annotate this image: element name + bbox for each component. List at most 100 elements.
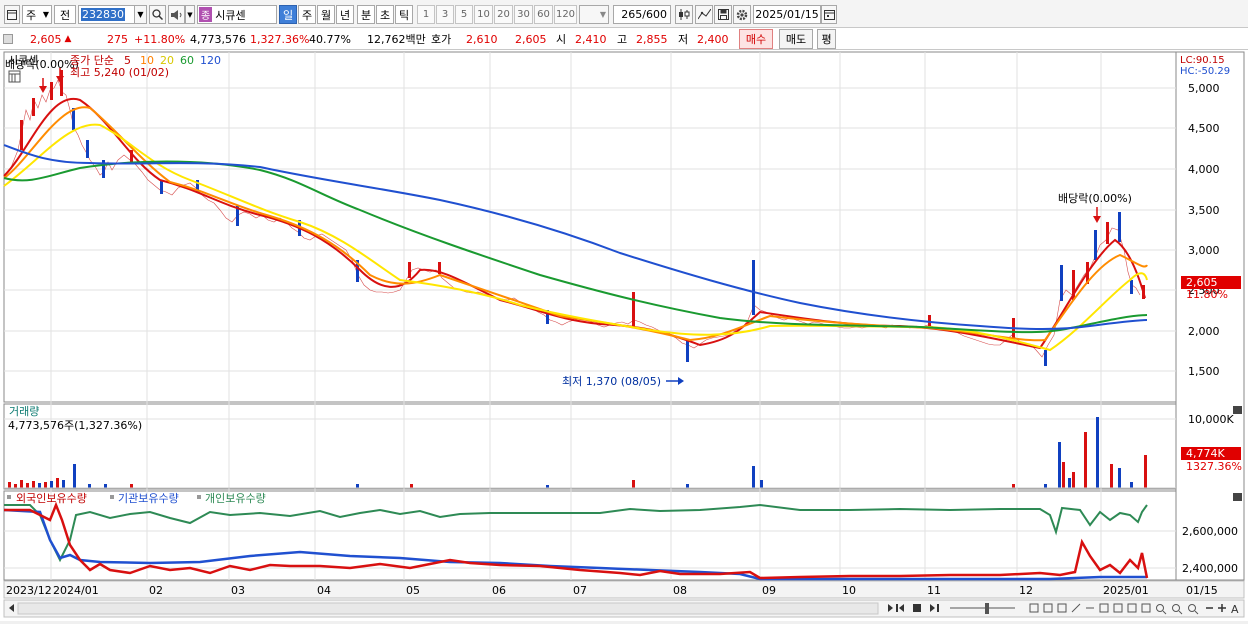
x-label: 2023/12 <box>6 584 52 597</box>
holding-close-icon[interactable] <box>1233 493 1242 501</box>
quote-bid: 2,605 <box>515 32 547 46</box>
x-label: 04 <box>317 584 331 597</box>
period-label: 월 <box>320 8 332 22</box>
text-size-icon[interactable]: A <box>1231 603 1239 616</box>
legend-inst: 기관보유수량 <box>110 492 179 505</box>
quote-volume-pct: 1,327.36% <box>250 32 310 46</box>
interval-custom-select[interactable]: ▼ <box>579 5 609 24</box>
count-value: 265 <box>621 8 643 21</box>
period-year-button[interactable]: 년 <box>336 5 354 24</box>
code-input[interactable]: 232830 <box>78 5 136 24</box>
stock-name-field[interactable]: 종 시큐센 <box>197 5 277 24</box>
volume-tag: 4,774K 1327.36% <box>1181 447 1242 473</box>
interval-120-button[interactable]: 120 <box>554 5 577 24</box>
period-tick-button[interactable]: 틱 <box>395 5 413 24</box>
y-tick: 3,000 <box>1188 244 1220 257</box>
x-label: 2024/01 <box>53 584 99 597</box>
low-marker-label: 최저 1,370 (08/05) <box>562 375 661 388</box>
x-label: 06 <box>492 584 506 597</box>
interval-5-button[interactable]: 5 <box>455 5 473 24</box>
holding-y-tick: 2,400,000 <box>1182 562 1238 575</box>
market-label: 주 <box>26 8 37 22</box>
hc-label: HC:-50.29 <box>1180 66 1230 77</box>
x-label: 11 <box>927 584 941 597</box>
date-value: 2025/01/15 <box>755 8 819 21</box>
interval-label: 3 <box>441 9 449 20</box>
sound-icon[interactable] <box>168 5 185 24</box>
x-label: 12 <box>1019 584 1033 597</box>
x-label: 01/15 <box>1186 584 1218 597</box>
quote-strip-icon <box>3 29 13 49</box>
gear-icon[interactable] <box>733 5 751 24</box>
period-day-button[interactable]: 일 <box>279 5 297 24</box>
panel-settings-icon[interactable] <box>8 70 21 83</box>
chevron-down-icon: ▼ <box>187 10 193 19</box>
interval-1-button[interactable]: 1 <box>417 5 435 24</box>
interval-10-button[interactable]: 10 <box>474 5 493 24</box>
period-second-button[interactable]: 초 <box>376 5 394 24</box>
sound-dropdown[interactable]: ▼ <box>185 5 195 24</box>
count-input[interactable]: 265/600 <box>613 5 671 24</box>
stock-chart[interactable]: 배당락(0.00%) 시큐센 종가 단순 5 10 20 60 120 최고 5… <box>0 50 1248 621</box>
window-icon[interactable] <box>4 5 20 24</box>
x-label: 09 <box>762 584 776 597</box>
period-minute-button[interactable]: 분 <box>357 5 375 24</box>
y-tick: 4,000 <box>1188 163 1220 176</box>
draw-line-icon[interactable] <box>695 5 713 24</box>
search-icon[interactable] <box>149 5 166 24</box>
quote-low: 2,400 <box>697 32 729 46</box>
volume-close-icon[interactable] <box>1233 406 1242 414</box>
volume-tag-pct: 1327.36% <box>1186 460 1242 473</box>
interval-3-button[interactable]: 3 <box>436 5 454 24</box>
legend-ma60: 60 <box>180 54 194 67</box>
market-select[interactable]: 주 ▼ <box>22 5 52 24</box>
period-week-button[interactable]: 주 <box>298 5 316 24</box>
x-label: 2025/01 <box>1103 584 1149 597</box>
legend-indiv-label: 개인보유수량 <box>205 492 266 505</box>
interval-label: 10 <box>477 9 490 20</box>
sell-button[interactable]: 매도 <box>779 29 813 49</box>
eval-button[interactable]: 평 <box>817 29 836 49</box>
chevron-down-icon: ▼ <box>137 10 144 19</box>
interval-30-button[interactable]: 30 <box>514 5 533 24</box>
interval-20-button[interactable]: 20 <box>494 5 513 24</box>
scrollbar-track[interactable] <box>17 602 879 615</box>
code-dropdown[interactable]: ▼ <box>134 5 147 24</box>
quote-high: 2,855 <box>636 32 668 46</box>
prev-button[interactable]: 전 <box>54 5 76 24</box>
holding-y-tick: 2,600,000 <box>1182 525 1238 538</box>
period-month-button[interactable]: 월 <box>317 5 335 24</box>
quote-turnover: 40.77% <box>309 32 351 46</box>
count-total: /600 <box>642 8 667 21</box>
candle-type-icon[interactable] <box>675 5 693 24</box>
calendar-icon[interactable] <box>821 5 837 24</box>
chevron-down-icon: ▼ <box>599 10 606 19</box>
save-icon[interactable] <box>714 5 732 24</box>
quote-change: 275 <box>107 32 128 46</box>
buy-button[interactable]: 매수 <box>739 29 773 49</box>
legend-stock-name: 시큐센 <box>8 54 38 67</box>
stop-icon[interactable] <box>913 604 921 612</box>
interval-label: 60 <box>537 9 550 20</box>
x-label: 05 <box>406 584 420 597</box>
quote-low-label: 저 <box>678 33 689 46</box>
y-tick: 3,500 <box>1188 204 1220 217</box>
date-input[interactable]: 2025/01/15 <box>753 5 821 24</box>
legend-foreign-label: 외국인보유수량 <box>16 492 87 505</box>
period-label: 주 <box>301 8 313 22</box>
volume-tag-value: 4,774K <box>1186 447 1225 460</box>
period-label: 분 <box>360 8 372 22</box>
legend-ma120: 120 <box>200 54 221 67</box>
legend-foreign: 외국인보유수량 <box>7 492 87 505</box>
lc-label: LC:90.15 <box>1180 55 1225 66</box>
quote-price: 2,605 ▲ <box>30 32 72 46</box>
ex-dividend-label-right: 배당락(0.00%) <box>1058 192 1132 205</box>
y-tick: 4,500 <box>1188 122 1220 135</box>
chart-area[interactable]: 배당락(0.00%) 시큐센 종가 단순 5 10 20 60 120 최고 5… <box>0 50 1248 621</box>
interval-60-button[interactable]: 60 <box>534 5 553 24</box>
period-label: 일 <box>282 8 294 22</box>
quote-hoga-label: 호가 <box>431 33 452 46</box>
quote-amount: 12,762백만 <box>367 33 426 46</box>
interval-label: 20 <box>497 9 510 20</box>
x-label: 02 <box>149 584 163 597</box>
